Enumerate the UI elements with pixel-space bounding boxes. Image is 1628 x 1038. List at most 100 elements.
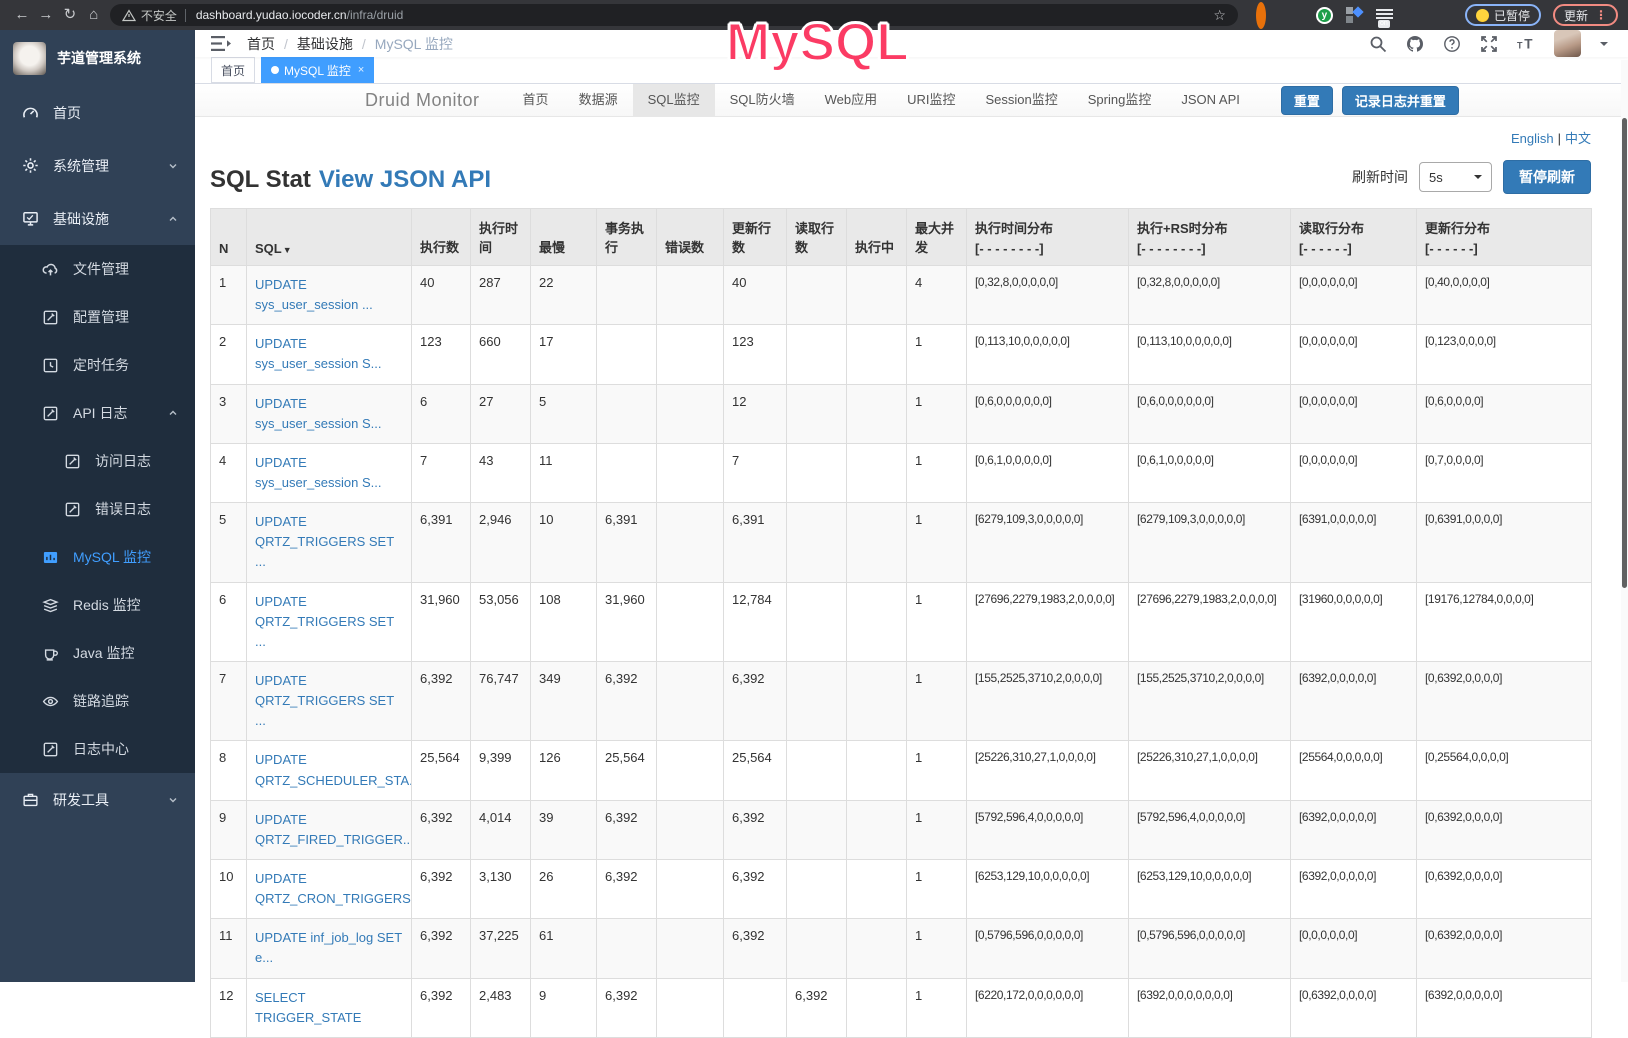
- breadcrumb-item[interactable]: 基础设施: [297, 34, 353, 54]
- druid-nav-item[interactable]: Spring监控: [1073, 84, 1167, 117]
- druid-nav-item[interactable]: Session监控: [971, 84, 1073, 117]
- extension-list-icon[interactable]: on: [1376, 7, 1393, 24]
- sidebar-item-system[interactable]: 系统管理: [0, 139, 195, 192]
- reset-button[interactable]: 重置: [1281, 86, 1333, 115]
- cell-sql: UPDATE sys_user_session S...: [247, 443, 412, 502]
- sql-link[interactable]: SELECT TRIGGER_STATE: [255, 990, 361, 1025]
- table-row: 11UPDATE inf_job_log SET e...6,39237,225…: [211, 919, 1592, 978]
- breadcrumb-item[interactable]: 首页: [247, 34, 275, 54]
- column-header-read: 读取行数: [787, 209, 847, 266]
- close-icon[interactable]: ×: [358, 64, 364, 76]
- sql-link[interactable]: UPDATE QRTZ_SCHEDULER_STA...: [255, 752, 412, 787]
- cell-h1: [0,5796,596,0,0,0,0,0]: [967, 919, 1129, 978]
- sidebar-item-devtools[interactable]: 研发工具: [0, 773, 195, 826]
- sidebar-item-file[interactable]: 文件管理: [0, 245, 195, 293]
- sql-link[interactable]: UPDATE sys_user_session S...: [255, 455, 381, 490]
- cell-running: [847, 503, 907, 582]
- sql-link[interactable]: UPDATE QRTZ_TRIGGERS SET ...: [255, 514, 394, 569]
- sql-link[interactable]: UPDATE inf_job_log SET e...: [255, 930, 402, 965]
- sidebar-item-access-log[interactable]: 访问日志: [0, 437, 195, 485]
- lang-chinese-link[interactable]: 中文: [1565, 131, 1591, 146]
- sql-link[interactable]: UPDATE QRTZ_TRIGGERS SET ...: [255, 673, 394, 728]
- lang-english-link[interactable]: English: [1511, 131, 1554, 146]
- cell-h4: [19176,12784,0,0,0,0]: [1417, 582, 1592, 661]
- sidebar-item-api-log[interactable]: API 日志: [0, 389, 195, 437]
- cell-h4: [0,6391,0,0,0,0]: [1417, 503, 1592, 582]
- pause-refresh-button[interactable]: 暂停刷新: [1503, 160, 1591, 194]
- cell-n: 4: [211, 443, 247, 502]
- kebab-menu-icon[interactable]: ⋮: [1595, 8, 1607, 22]
- cell-n: 7: [211, 661, 247, 740]
- sidebar-item-error-log[interactable]: 错误日志: [0, 485, 195, 533]
- druid-nav-item[interactable]: Web应用: [810, 84, 893, 117]
- sidebar-item-java[interactable]: Java 监控: [0, 629, 195, 677]
- view-json-api-link[interactable]: View JSON API: [319, 166, 491, 193]
- cell-h2: [27696,2279,1983,2,0,0,0,0]: [1129, 582, 1291, 661]
- cell-h1: [0,6,1,0,0,0,0,0]: [967, 443, 1129, 502]
- cell-time: 53,056: [471, 582, 531, 661]
- back-icon[interactable]: ←: [10, 0, 34, 30]
- sidebar-item-redis[interactable]: Redis 监控: [0, 581, 195, 629]
- address-bar[interactable]: 不安全 dashboard.yudao.iocoder.cn/infra/dru…: [110, 4, 1238, 26]
- cell-n: 6: [211, 582, 247, 661]
- chevron-down-icon[interactable]: [1600, 42, 1608, 50]
- cell-h2: [0,32,8,0,0,0,0,0]: [1129, 266, 1291, 325]
- cell-conc: 1: [907, 503, 967, 582]
- browser-update-button[interactable]: 更新 ⋮: [1553, 4, 1618, 26]
- extension-squares-icon[interactable]: [1346, 7, 1363, 24]
- sql-link[interactable]: UPDATE sys_user_session S...: [255, 336, 381, 371]
- druid-nav-item[interactable]: SQL监控: [633, 84, 715, 117]
- tab-home[interactable]: 首页: [211, 57, 255, 83]
- sql-link[interactable]: UPDATE sys_user_session ...: [255, 277, 373, 312]
- druid-nav-item[interactable]: JSON API: [1166, 84, 1255, 117]
- extensions-puzzle-icon[interactable]: [1436, 7, 1453, 24]
- sidebar-item-log-center[interactable]: 日志中心: [0, 725, 195, 773]
- sidebar-item-config[interactable]: 配置管理: [0, 293, 195, 341]
- cell-time: 660: [471, 325, 531, 384]
- help-icon[interactable]: [1443, 35, 1461, 53]
- bookmark-star-icon[interactable]: ☆: [1213, 7, 1226, 24]
- forward-icon[interactable]: →: [34, 0, 58, 30]
- search-icon[interactable]: [1369, 35, 1387, 53]
- sidebar-item-mysql[interactable]: MySQL 监控: [0, 533, 195, 581]
- tab-mysql-monitor[interactable]: MySQL 监控×: [261, 57, 374, 83]
- fullscreen-icon[interactable]: [1480, 35, 1498, 53]
- user-avatar[interactable]: [1554, 30, 1581, 57]
- sidebar-item-trace[interactable]: 链路追踪: [0, 677, 195, 725]
- sql-link[interactable]: UPDATE QRTZ_CRON_TRIGGERS...: [255, 871, 412, 906]
- log-and-reset-button[interactable]: 记录日志并重置: [1342, 86, 1459, 115]
- druid-brand[interactable]: Druid Monitor: [365, 90, 480, 111]
- sidebar-item-job[interactable]: 定时任务: [0, 341, 195, 389]
- cell-running: [847, 325, 907, 384]
- extension-ring-icon[interactable]: [1256, 7, 1273, 24]
- sidebar-item-infra[interactable]: 基础设施: [0, 192, 195, 245]
- font-size-icon[interactable]: TT: [1517, 35, 1535, 53]
- druid-nav-item[interactable]: 数据源: [564, 84, 633, 117]
- extension-y-icon[interactable]: y: [1316, 7, 1333, 24]
- sidebar-header[interactable]: 芋道管理系统: [0, 30, 195, 86]
- sql-link[interactable]: UPDATE QRTZ_TRIGGERS SET ...: [255, 594, 394, 649]
- sql-link[interactable]: UPDATE QRTZ_FIRED_TRIGGER...: [255, 812, 412, 847]
- divider: [185, 9, 186, 22]
- hamburger-icon[interactable]: [211, 35, 231, 52]
- sidebar-item-home[interactable]: 首页: [0, 86, 195, 139]
- paused-extension-pill[interactable]: 已暂停: [1465, 4, 1541, 26]
- druid-nav-item[interactable]: URI监控: [892, 84, 970, 117]
- scrollbar-thumb[interactable]: [1622, 118, 1627, 588]
- cell-running: [847, 384, 907, 443]
- cell-n: 11: [211, 919, 247, 978]
- refresh-interval-select[interactable]: 5s: [1419, 162, 1492, 192]
- column-header-sql[interactable]: SQL▼: [247, 209, 412, 266]
- druid-nav-item[interactable]: SQL防火墙: [715, 84, 810, 117]
- reload-icon[interactable]: ↻: [58, 0, 82, 30]
- druid-nav-item[interactable]: 首页: [508, 84, 564, 117]
- cell-h1: [0,6,0,0,0,0,0,0]: [967, 384, 1129, 443]
- extension-ghost-icon[interactable]: [1406, 7, 1423, 24]
- cell-time: 9,399: [471, 741, 531, 800]
- github-icon[interactable]: [1406, 35, 1424, 53]
- extension-drop-icon[interactable]: [1286, 7, 1303, 24]
- cell-sql: UPDATE inf_job_log SET e...: [247, 919, 412, 978]
- extensions-row: y on: [1256, 7, 1453, 24]
- sql-link[interactable]: UPDATE sys_user_session S...: [255, 396, 381, 431]
- home-icon[interactable]: ⌂: [82, 0, 106, 30]
